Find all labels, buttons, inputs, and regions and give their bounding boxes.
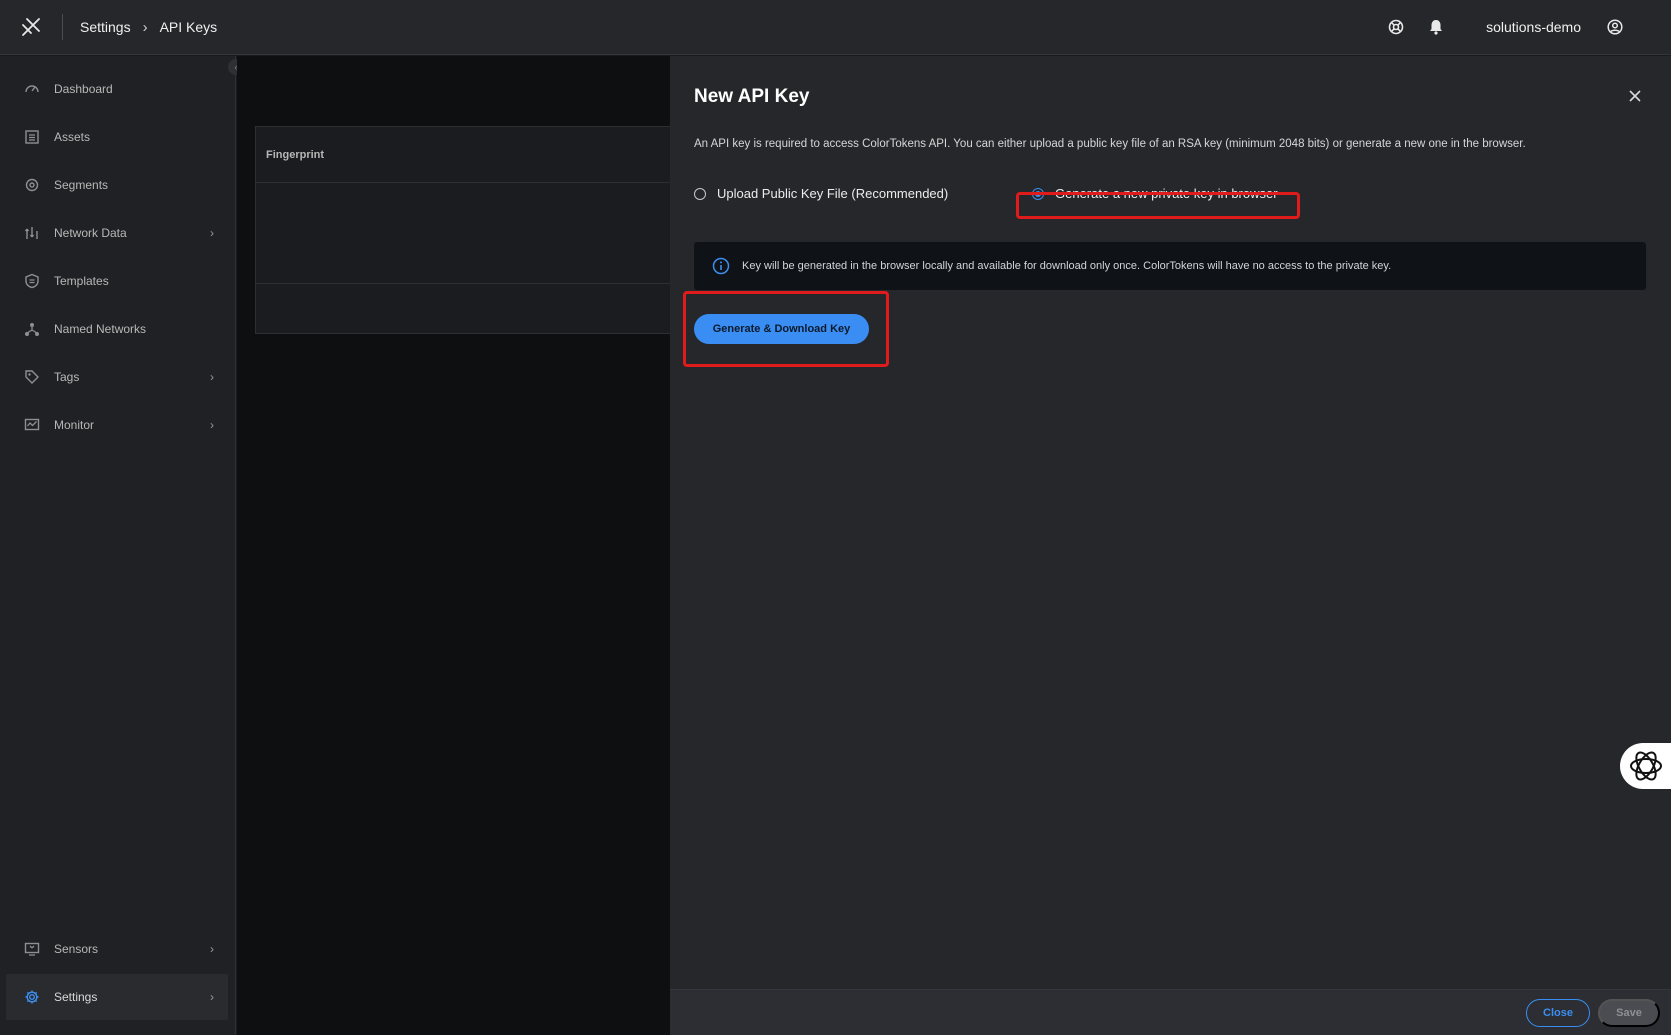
- sidebar-item-sensors[interactable]: Sensors ›: [6, 926, 228, 972]
- breadcrumb-separator: ›: [142, 18, 148, 36]
- segments-icon: [22, 175, 42, 195]
- info-text: Key will be generated in the browser loc…: [742, 260, 1392, 272]
- sidebar-item-templates[interactable]: Templates: [6, 258, 228, 304]
- tags-icon: [22, 367, 42, 387]
- sidebar-item-named-networks[interactable]: Named Networks: [6, 306, 228, 352]
- top-bar: Settings › API Keys solutions-demo: [0, 0, 1671, 55]
- sidebar-item-label: Sensors: [54, 942, 99, 956]
- sidebar-item-assets[interactable]: Assets: [6, 114, 228, 160]
- chevron-right-icon: ›: [210, 990, 214, 1004]
- sidebar-item-label: Segments: [54, 178, 109, 192]
- sidebar-item-network-data[interactable]: Network Data ›: [6, 210, 228, 256]
- column-header-fingerprint[interactable]: Fingerprint: [256, 127, 670, 183]
- table-row: [256, 284, 670, 332]
- assets-icon: [22, 127, 42, 147]
- radio-upload-public-key[interactable]: Upload Public Key File (Recommended): [694, 186, 948, 201]
- account-icon[interactable]: [1595, 7, 1635, 47]
- username-label[interactable]: solutions-demo: [1486, 19, 1581, 35]
- radio-label: Upload Public Key File (Recommended): [717, 186, 949, 201]
- app-logo-icon[interactable]: [0, 0, 62, 55]
- sidebar-item-label: Templates: [54, 274, 109, 288]
- assistant-launcher-icon[interactable]: [1620, 743, 1671, 789]
- drawer-description: An API key is required to access ColorTo…: [694, 138, 1526, 150]
- named-networks-icon: [22, 319, 42, 339]
- sidebar-item-tags[interactable]: Tags ›: [6, 354, 228, 400]
- info-icon: [712, 257, 730, 275]
- sidebar-item-label: Named Networks: [54, 322, 147, 336]
- sidebar-item-settings[interactable]: Settings ›: [6, 974, 228, 1020]
- drawer-footer: Close Save: [670, 989, 1671, 1035]
- sidebar: Dashboard Assets Segments Network Data ›…: [0, 56, 236, 1035]
- breadcrumb-settings-link[interactable]: Settings: [80, 19, 131, 35]
- templates-icon: [22, 271, 42, 291]
- main-content: Fingerprint: [237, 56, 670, 1035]
- sidebar-item-label: Tags: [54, 370, 80, 384]
- sidebar-item-label: Monitor: [54, 418, 95, 432]
- sidebar-item-label: Settings: [54, 990, 98, 1004]
- highlight-box-radio: [1016, 192, 1300, 219]
- table-row: [256, 183, 670, 284]
- chevron-right-icon: ›: [210, 418, 214, 432]
- sidebar-item-label: Assets: [54, 130, 91, 144]
- highlight-box-button: [683, 291, 889, 367]
- breadcrumb-current: API Keys: [159, 19, 218, 35]
- settings-icon: [22, 987, 42, 1007]
- help-icon[interactable]: [1376, 7, 1416, 47]
- chevron-right-icon: ›: [210, 370, 214, 384]
- save-button[interactable]: Save: [1598, 999, 1660, 1027]
- network-data-icon: [22, 223, 42, 243]
- window-edge: [1671, 0, 1680, 1035]
- bell-icon[interactable]: [1416, 7, 1456, 47]
- sidebar-item-monitor[interactable]: Monitor ›: [6, 402, 228, 448]
- radio-button[interactable]: [694, 187, 706, 200]
- sidebar-item-segments[interactable]: Segments: [6, 162, 228, 208]
- sidebar-item-dashboard[interactable]: Dashboard: [6, 66, 228, 112]
- new-api-key-drawer: New API Key An API key is required to ac…: [670, 56, 1671, 1035]
- drawer-title: New API Key: [694, 86, 810, 107]
- close-icon[interactable]: [1625, 86, 1645, 106]
- api-keys-table: Fingerprint: [255, 126, 670, 334]
- info-banner: Key will be generated in the browser loc…: [694, 242, 1646, 290]
- chevron-right-icon: ›: [210, 226, 214, 240]
- close-button[interactable]: Close: [1526, 999, 1590, 1027]
- breadcrumb: Settings › API Keys: [80, 19, 217, 36]
- sidebar-item-label: Dashboard: [54, 82, 113, 96]
- sidebar-item-label: Network Data: [54, 226, 127, 240]
- monitor-icon: [22, 415, 42, 435]
- sensors-icon: [22, 939, 42, 959]
- dashboard-icon: [22, 79, 42, 99]
- chevron-right-icon: ›: [210, 942, 214, 956]
- header-divider: [62, 14, 63, 40]
